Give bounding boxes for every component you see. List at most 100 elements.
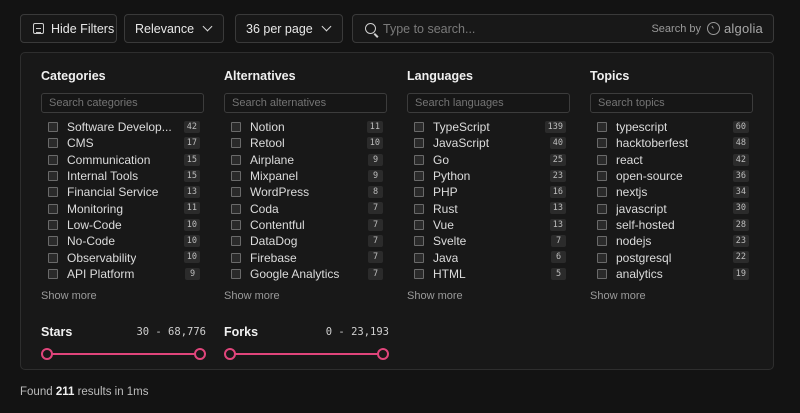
filter-option[interactable]: Go 25 — [407, 152, 572, 168]
column-search-input[interactable] — [41, 93, 204, 113]
checkbox[interactable] — [414, 138, 424, 149]
checkbox[interactable] — [597, 154, 607, 165]
checkbox[interactable] — [231, 203, 241, 214]
filter-option[interactable]: TypeScript 139 — [407, 119, 572, 135]
filter-option[interactable]: Communication 15 — [41, 152, 206, 168]
filter-option[interactable]: Financial Service 13 — [41, 184, 206, 200]
checkbox[interactable] — [231, 236, 241, 247]
filter-option[interactable]: Mixpanel 9 — [224, 168, 389, 184]
checkbox[interactable] — [414, 219, 424, 230]
show-more-link[interactable]: Show more — [224, 290, 389, 304]
show-more-link[interactable]: Show more — [590, 290, 755, 304]
checkbox[interactable] — [231, 122, 241, 133]
checkbox[interactable] — [414, 171, 424, 182]
slider-min-handle[interactable] — [224, 348, 236, 360]
checkbox[interactable] — [414, 154, 424, 165]
checkbox[interactable] — [231, 268, 241, 279]
checkbox[interactable] — [48, 203, 58, 214]
column-search-input[interactable] — [590, 93, 753, 113]
filter-option[interactable]: Notion 11 — [224, 119, 389, 135]
filter-option[interactable]: JavaScript 40 — [407, 135, 572, 151]
show-more-link[interactable]: Show more — [41, 290, 206, 304]
checkbox[interactable] — [597, 187, 607, 198]
checkbox[interactable] — [48, 138, 58, 149]
checkbox[interactable] — [414, 203, 424, 214]
checkbox[interactable] — [414, 268, 424, 279]
checkbox[interactable] — [48, 252, 58, 263]
checkbox[interactable] — [48, 219, 58, 230]
checkbox[interactable] — [597, 203, 607, 214]
show-more-link[interactable]: Show more — [407, 290, 572, 304]
checkbox[interactable] — [597, 122, 607, 133]
checkbox[interactable] — [48, 187, 58, 198]
filter-option[interactable]: postgresql 22 — [590, 249, 755, 265]
filter-option[interactable]: javascript 30 — [590, 200, 755, 216]
filter-option[interactable]: Airplane 9 — [224, 152, 389, 168]
filter-option[interactable]: hacktoberfest 48 — [590, 135, 755, 151]
search-by-algolia[interactable]: Search by algolia — [651, 21, 763, 36]
filter-option[interactable]: CMS 17 — [41, 135, 206, 151]
filter-option[interactable]: PHP 16 — [407, 184, 572, 200]
slider-max-handle[interactable] — [194, 348, 206, 360]
checkbox[interactable] — [231, 187, 241, 198]
filter-option[interactable]: self-hosted 28 — [590, 217, 755, 233]
checkbox[interactable] — [231, 252, 241, 263]
checkbox[interactable] — [231, 154, 241, 165]
filter-option[interactable]: Observability 10 — [41, 249, 206, 265]
checkbox[interactable] — [414, 252, 424, 263]
checkbox[interactable] — [48, 171, 58, 182]
column-title: Alternatives — [224, 69, 296, 83]
filter-option[interactable]: DataDog 7 — [224, 233, 389, 249]
filter-option[interactable]: Vue 13 — [407, 217, 572, 233]
checkbox[interactable] — [48, 236, 58, 247]
checkbox[interactable] — [231, 219, 241, 230]
column-search-input[interactable] — [224, 93, 387, 113]
filter-option[interactable]: nextjs 34 — [590, 184, 755, 200]
filter-option[interactable]: Python 23 — [407, 168, 572, 184]
filter-option[interactable]: Low-Code 10 — [41, 217, 206, 233]
checkbox[interactable] — [48, 154, 58, 165]
checkbox[interactable] — [597, 219, 607, 230]
checkbox[interactable] — [414, 187, 424, 198]
sort-select[interactable]: Relevance — [124, 14, 224, 43]
checkbox[interactable] — [48, 268, 58, 279]
filter-option[interactable]: Java 6 — [407, 249, 572, 265]
search-input[interactable] — [383, 19, 633, 39]
checkbox[interactable] — [48, 122, 58, 133]
checkbox[interactable] — [597, 171, 607, 182]
filter-option[interactable]: Retool 10 — [224, 135, 389, 151]
filter-option[interactable]: Firebase 7 — [224, 249, 389, 265]
column-search-input[interactable] — [407, 93, 570, 113]
hide-filters-button[interactable]: Hide Filters — [20, 14, 117, 43]
per-page-select[interactable]: 36 per page — [235, 14, 343, 43]
checkbox[interactable] — [597, 252, 607, 263]
checkbox[interactable] — [231, 171, 241, 182]
filter-option[interactable]: analytics 19 — [590, 266, 755, 282]
filter-option[interactable]: No-Code 10 — [41, 233, 206, 249]
range-slider[interactable] — [41, 348, 206, 360]
filter-option[interactable]: Internal Tools 15 — [41, 168, 206, 184]
filter-option[interactable]: Svelte 7 — [407, 233, 572, 249]
filter-option[interactable]: Software Develop... 42 — [41, 119, 206, 135]
filter-option[interactable]: Rust 13 — [407, 200, 572, 216]
filter-option[interactable]: API Platform 9 — [41, 266, 206, 282]
filter-option[interactable]: Coda 7 — [224, 200, 389, 216]
filter-option[interactable]: nodejs 23 — [590, 233, 755, 249]
filter-option[interactable]: Google Analytics 7 — [224, 266, 389, 282]
range-slider[interactable] — [224, 348, 389, 360]
filter-option[interactable]: react 42 — [590, 152, 755, 168]
filter-option[interactable]: WordPress 8 — [224, 184, 389, 200]
checkbox[interactable] — [231, 138, 241, 149]
slider-max-handle[interactable] — [377, 348, 389, 360]
filter-option[interactable]: typescript 60 — [590, 119, 755, 135]
checkbox[interactable] — [414, 122, 424, 133]
slider-min-handle[interactable] — [41, 348, 53, 360]
filter-option[interactable]: open-source 36 — [590, 168, 755, 184]
checkbox[interactable] — [597, 138, 607, 149]
checkbox[interactable] — [597, 268, 607, 279]
checkbox[interactable] — [414, 236, 424, 247]
filter-option[interactable]: HTML 5 — [407, 266, 572, 282]
filter-option[interactable]: Contentful 7 — [224, 217, 389, 233]
checkbox[interactable] — [597, 236, 607, 247]
filter-option[interactable]: Monitoring 11 — [41, 200, 206, 216]
